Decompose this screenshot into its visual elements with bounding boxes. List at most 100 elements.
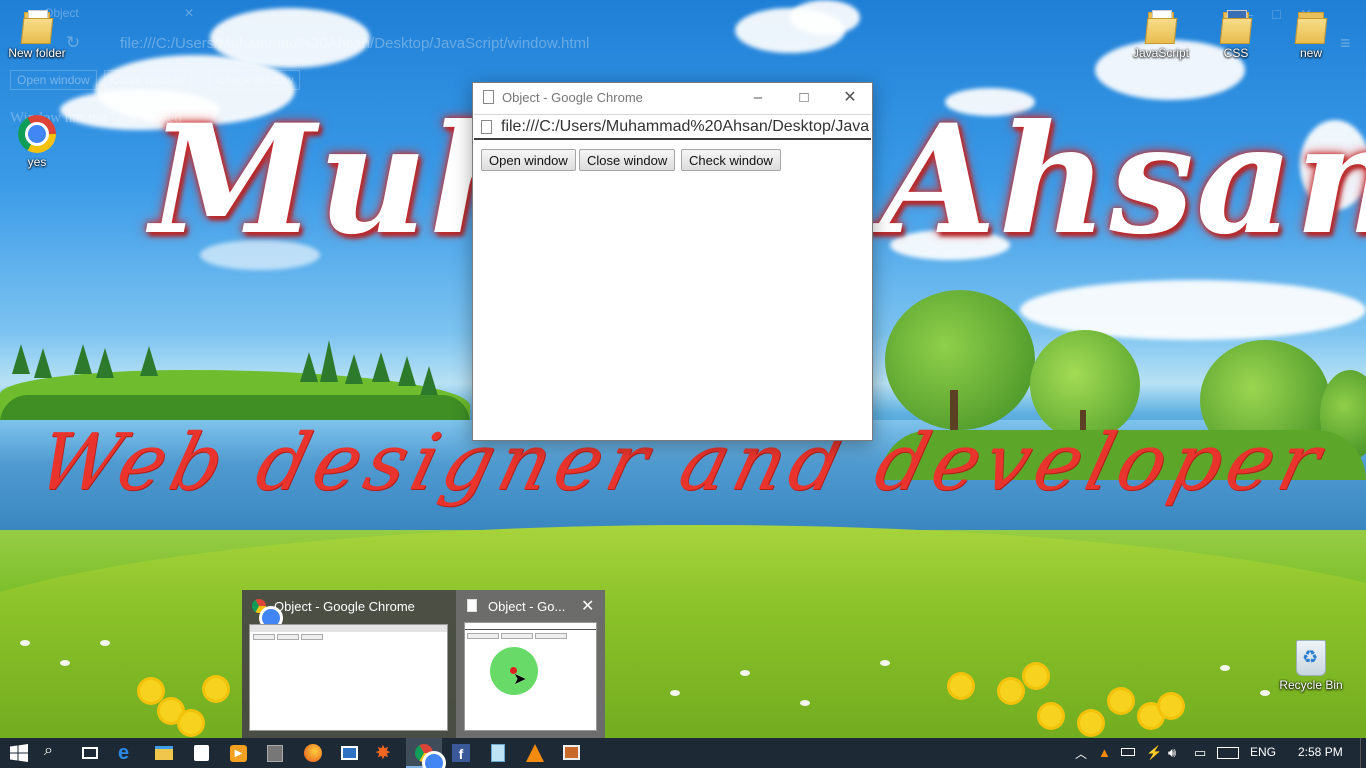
- page-icon: [481, 120, 492, 134]
- pine-tree: [12, 344, 30, 374]
- close-button[interactable]: ✕: [827, 83, 873, 112]
- flower: [1160, 695, 1182, 717]
- start-icon[interactable]: [8, 742, 30, 764]
- flower: [1040, 705, 1062, 727]
- daisy: [20, 640, 30, 646]
- chrome-icon: [252, 599, 280, 627]
- pine-tree: [140, 346, 158, 376]
- network-icon[interactable]: ⚡: [1146, 745, 1162, 761]
- ghost-url: file:///C:/Users/Muhammad%20Ahsan/Deskto…: [120, 35, 590, 52]
- flower: [180, 712, 202, 734]
- url-text[interactable]: file:///C:/Users/Muhammad%20Ahsan/Deskto…: [501, 118, 869, 136]
- language-indicator[interactable]: ENG: [1250, 745, 1276, 759]
- action-center-icon[interactable]: ▭: [1194, 745, 1206, 761]
- flower: [1110, 690, 1132, 712]
- pine-tree: [96, 348, 114, 378]
- ghost-check-button: Check window: [209, 70, 301, 90]
- maximize-button[interactable]: □: [781, 83, 827, 112]
- desktop-icon-yes[interactable]: yes: [2, 115, 72, 169]
- thumbnail-preview: [249, 624, 448, 731]
- thumbnail-title: Object - Google Chrome: [274, 599, 415, 614]
- daisy: [100, 640, 110, 646]
- mini-button: [301, 634, 323, 640]
- window-title: Object - Google Chrome: [502, 90, 643, 105]
- title-bar[interactable]: Object - Google Chrome – □ ✕: [473, 83, 872, 112]
- chrome-icon: [18, 115, 56, 153]
- battery-icon[interactable]: [1121, 745, 1135, 756]
- outlook-icon[interactable]: [339, 742, 361, 764]
- desktop-icon-label: JavaScript: [1132, 46, 1190, 60]
- thumbnail-close-icon[interactable]: ✕: [581, 596, 594, 616]
- thumbnail-title: Object - Go...: [488, 599, 566, 614]
- daisy: [880, 660, 890, 666]
- daisy: [60, 660, 70, 666]
- flower: [140, 680, 162, 702]
- folder-icon: [1294, 10, 1328, 44]
- notepad-icon[interactable]: [487, 742, 509, 764]
- mini-button: [501, 633, 533, 639]
- folder-icon: [1144, 10, 1178, 44]
- page-icon: [467, 599, 477, 612]
- folder-icon: [1219, 10, 1253, 44]
- search-icon[interactable]: ⌕: [44, 742, 66, 764]
- pine-tree: [300, 352, 318, 382]
- daisy: [740, 670, 750, 676]
- wallpaper-name-right: Ahsan: [880, 92, 1366, 268]
- pine-tree: [320, 340, 338, 382]
- desktop-icon-recycle-bin[interactable]: Recycle Bin: [1276, 640, 1346, 692]
- volume-icon[interactable]: 🔊︎: [1168, 745, 1176, 761]
- tree: [885, 290, 1035, 430]
- mini-button: [467, 633, 499, 639]
- show-hidden-icons-icon[interactable]: ︿: [1075, 745, 1087, 762]
- taskbar-chrome-active[interactable]: [406, 738, 443, 768]
- thumbnail-preview: ➤: [464, 622, 597, 731]
- close-window-button[interactable]: Close window: [579, 149, 676, 171]
- daisy: [800, 700, 810, 706]
- media-player-icon[interactable]: ▶: [228, 742, 250, 764]
- page-icon: [483, 90, 494, 104]
- mini-button: [277, 634, 299, 640]
- show-desktop-button[interactable]: [1360, 738, 1366, 768]
- store-icon[interactable]: [191, 742, 213, 764]
- flower: [160, 700, 182, 722]
- vlc-tray-icon[interactable]: ▲: [1098, 745, 1111, 760]
- taskbar: ⌕ e ▶ ✸ f ︿ ▲ ⚡ 🔊︎ ▭ ENG 2:58 PM: [0, 738, 1366, 768]
- thumbnail-popup-window[interactable]: Object - Go... ✕ ➤: [456, 590, 605, 738]
- cloud: [790, 0, 860, 35]
- paint-icon[interactable]: ✸: [375, 742, 397, 764]
- cursor-icon: ➤: [513, 671, 527, 688]
- desktop-icon-javascript[interactable]: JavaScript: [1126, 10, 1196, 60]
- firefox-icon[interactable]: [302, 742, 324, 764]
- ghost-close-button: Close window: [104, 70, 193, 90]
- file-explorer-icon[interactable]: [154, 742, 176, 764]
- pine-tree: [372, 352, 390, 382]
- ghost-tab-close-icon: ✕: [184, 6, 195, 20]
- desktop-icon-css[interactable]: CSS: [1201, 10, 1271, 60]
- page-content: Open window Close window Check window: [473, 143, 872, 439]
- task-view-icon[interactable]: [80, 742, 102, 764]
- vlc-icon[interactable]: [524, 742, 546, 764]
- folder-icon: [20, 10, 54, 44]
- check-window-button[interactable]: Check window: [681, 149, 781, 171]
- daisy: [1260, 690, 1270, 696]
- address-bar[interactable]: file:///C:/Users/Muhammad%20Ahsan/Deskto…: [474, 114, 871, 140]
- edge-icon[interactable]: e: [118, 742, 140, 764]
- flower: [1025, 665, 1047, 687]
- minimize-button[interactable]: –: [735, 83, 781, 112]
- thumbnail-main-window[interactable]: Object - Google Chrome: [242, 590, 456, 738]
- pine-tree: [398, 356, 416, 386]
- desktop-icon-label: yes: [27, 155, 47, 169]
- app-icon[interactable]: [561, 742, 583, 764]
- mini-button: [253, 634, 275, 640]
- flower: [205, 678, 227, 700]
- facebook-icon[interactable]: f: [450, 742, 472, 764]
- mini-button: [535, 633, 567, 639]
- desktop-icon-new[interactable]: new: [1276, 10, 1346, 60]
- desktop-icon-new-folder[interactable]: New folder: [2, 10, 72, 60]
- flower: [950, 675, 972, 697]
- popup-window[interactable]: Object - Google Chrome – □ ✕ file:///C:/…: [472, 82, 873, 441]
- calculator-icon[interactable]: [265, 742, 287, 764]
- keyboard-icon[interactable]: [1217, 745, 1239, 759]
- open-window-button[interactable]: Open window: [481, 149, 576, 171]
- clock[interactable]: 2:58 PM: [1298, 745, 1343, 759]
